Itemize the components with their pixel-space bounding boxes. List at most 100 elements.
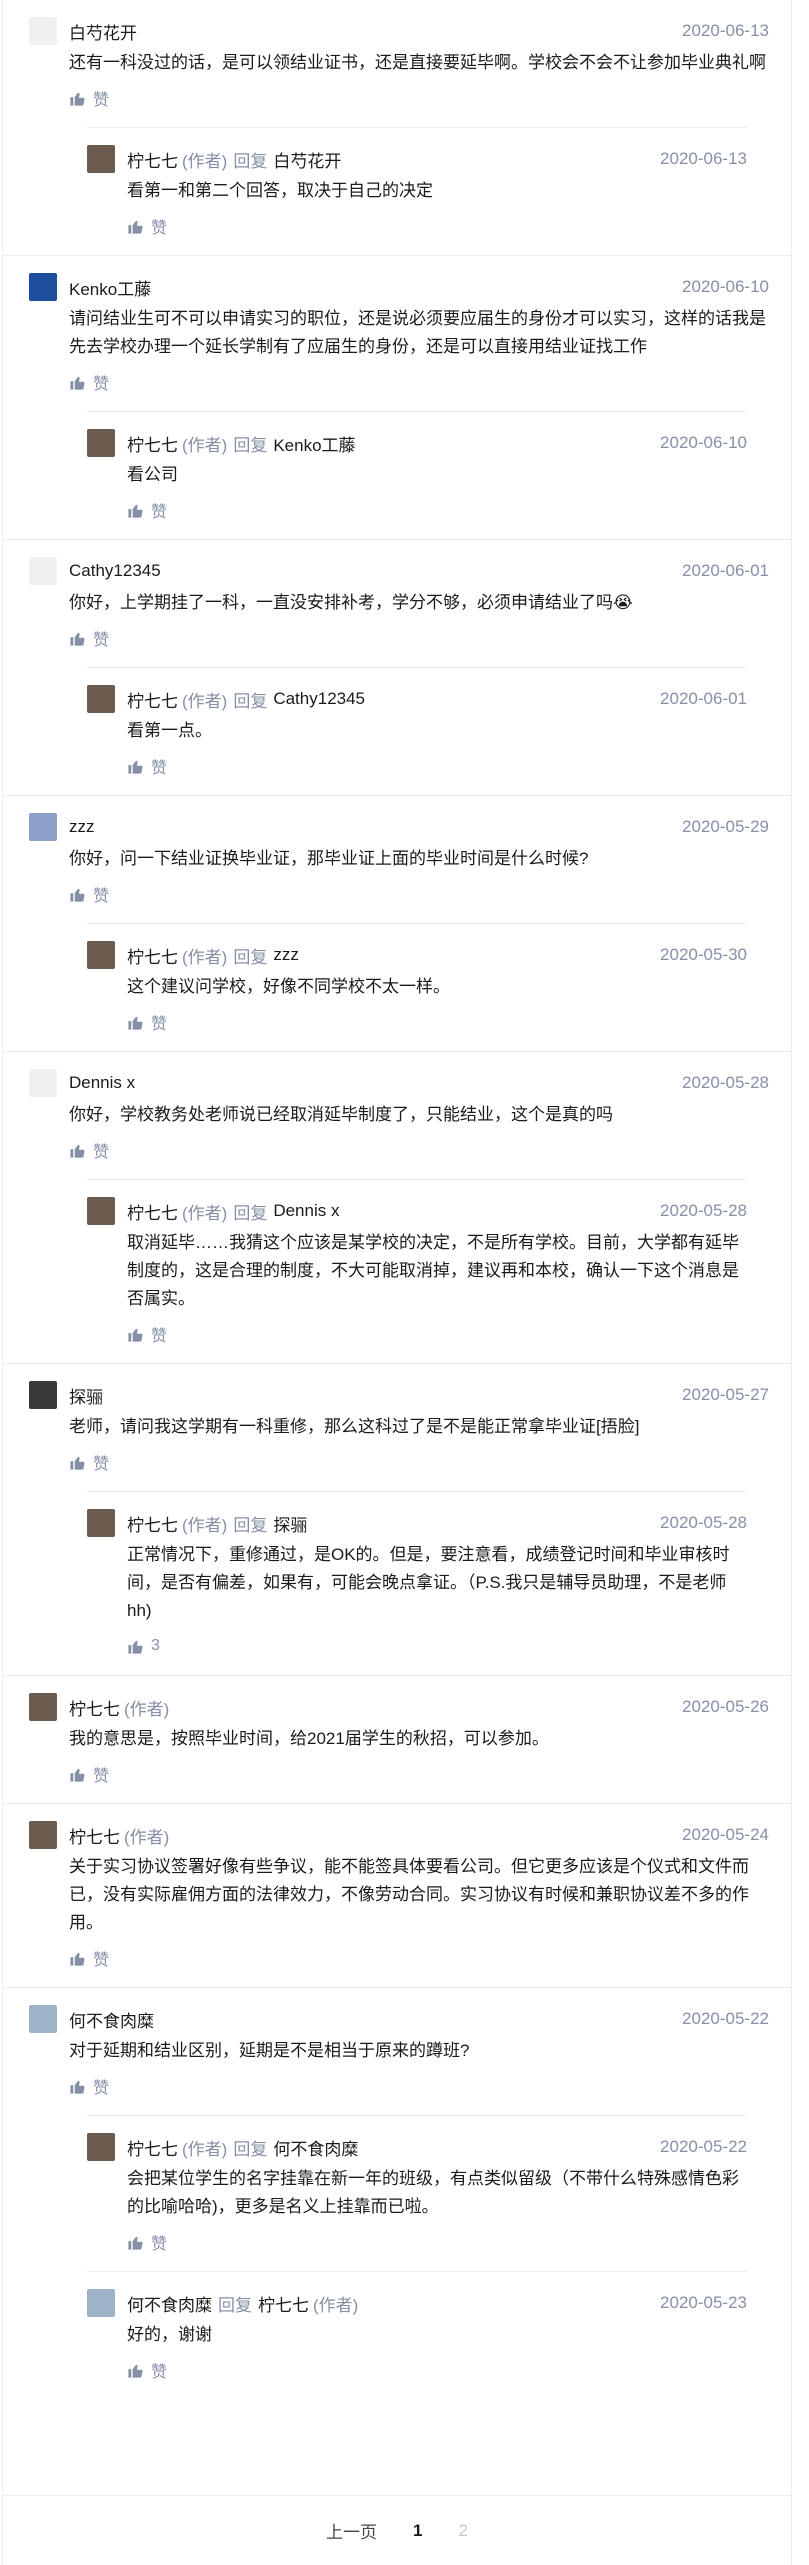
avatar[interactable]	[87, 1509, 115, 1537]
comment: Dennis x 2020-05-28 你好，学校教务处老师说已经取消延毕制度了，只…	[3, 1051, 791, 1363]
author-tag: (作者)	[182, 1515, 228, 1535]
like-button[interactable]: 赞	[69, 1139, 769, 1161]
commenter-name[interactable]: Cathy12345	[69, 561, 161, 581]
reply-list: 柠七七 (作者) 回复 Dennis x 2020-05-28 取消延毕……我猜这个应该是…	[29, 1179, 769, 1363]
avatar[interactable]	[87, 2289, 115, 2317]
reply-date: 2020-05-22	[660, 2137, 747, 2156]
reply-author-name[interactable]: 柠七七	[127, 943, 178, 968]
commenter-name[interactable]: 何不食肉糜	[69, 2007, 154, 2032]
thumbs-up-icon	[70, 376, 85, 390]
like-button[interactable]: 赞	[69, 371, 769, 393]
current-page[interactable]: 1	[413, 2521, 422, 2541]
reply-target-name[interactable]: 柠七七	[258, 2291, 309, 2316]
like-button[interactable]: 赞	[127, 215, 747, 237]
avatar[interactable]	[29, 2005, 57, 2033]
like-button[interactable]: 赞	[69, 883, 769, 905]
like-label: 赞	[93, 1768, 110, 1785]
reply: 柠七七 (作者) 回复 Dennis x 2020-05-28 取消延毕……我猜这个应该是…	[87, 1179, 747, 1363]
reply-header: 柠七七 (作者) 回复 白芍花开 2020-06-13	[87, 145, 747, 173]
avatar[interactable]	[87, 145, 115, 173]
comment-text: 你好，问一下结业证换毕业证，那毕业证上面的毕业时间是什么时候?	[69, 849, 589, 868]
like-button[interactable]: 赞	[69, 2075, 769, 2097]
reply-text: 这个建议问学校，好像不同学校不太一样。	[127, 977, 450, 996]
commenter-name[interactable]: Dennis x	[69, 1073, 135, 1093]
like-label: 赞	[93, 376, 110, 393]
comment-date: 2020-05-29	[682, 817, 769, 836]
avatar[interactable]	[29, 273, 57, 301]
commenter-name[interactable]: 柠七七	[69, 1823, 120, 1848]
thumbs-up-icon	[70, 2080, 85, 2094]
reply-author-name[interactable]: 何不食肉糜	[127, 2291, 212, 2316]
reply-author-name[interactable]: 柠七七	[127, 2135, 178, 2160]
reply-text: 正常情况下，重修通过，是OK的。但是，要注意看，成绩登记时间和毕业审核时间，是否…	[127, 1545, 730, 1620]
avatar[interactable]	[29, 1069, 57, 1097]
reply-author-name[interactable]: 柠七七	[127, 687, 178, 712]
comment: 探骊 2020-05-27 老师，请问我这学期有一科重修，那么这科过了是不是能正常拿…	[3, 1363, 791, 1675]
reply-target-name[interactable]: Kenko工藤	[273, 431, 355, 456]
reply-target-name[interactable]: Cathy12345	[273, 689, 365, 709]
thumbs-up-icon	[70, 1456, 85, 1470]
reply-date: 2020-05-28	[660, 1201, 747, 1220]
reply-author-name[interactable]: 柠七七	[127, 1511, 178, 1536]
reply-text: 看第一点。	[127, 721, 212, 740]
commenter-name[interactable]: 柠七七	[69, 1695, 120, 1720]
author-tag: (作者)	[124, 1699, 170, 1719]
reply-header: 柠七七 (作者) 回复 Dennis x 2020-05-28	[87, 1197, 747, 1225]
reply-target-name[interactable]: 探骊	[273, 1511, 307, 1536]
avatar[interactable]	[29, 17, 57, 45]
avatar[interactable]	[87, 685, 115, 713]
reply-target-name[interactable]: 白芍花开	[273, 147, 341, 172]
reply-author-name[interactable]: 柠七七	[127, 1199, 178, 1224]
commenter-name[interactable]: zzz	[69, 817, 95, 837]
like-button[interactable]: 赞	[127, 1011, 747, 1033]
like-button[interactable]: 赞	[69, 1947, 769, 1969]
comment: Cathy12345 2020-06-01 你好，上学期挂了一科，一直没安排补考，学…	[3, 539, 791, 795]
avatar[interactable]	[29, 813, 57, 841]
reply-author-name[interactable]: 柠七七	[127, 431, 178, 456]
commenter-name[interactable]: 探骊	[69, 1383, 103, 1408]
author-tag: (作者)	[182, 947, 228, 967]
commenter-name[interactable]: 白芍花开	[69, 19, 137, 44]
avatar[interactable]	[87, 2133, 115, 2161]
like-button[interactable]: 3	[127, 1635, 747, 1657]
reply-text: 好的，谢谢	[127, 2325, 212, 2344]
avatar[interactable]	[29, 1821, 57, 1849]
avatar[interactable]	[87, 941, 115, 969]
reply-list: 柠七七 (作者) 回复 zzz 2020-05-30 这个建议问学校，好像不同学校不太一样…	[29, 923, 769, 1051]
reply-target-name[interactable]: Dennis x	[273, 1201, 339, 1221]
like-label: 赞	[93, 1952, 110, 1969]
comment-header: 探骊 2020-05-27	[29, 1381, 769, 1409]
like-button[interactable]: 赞	[69, 627, 769, 649]
reply: 柠七七 (作者) 回复 白芍花开 2020-06-13 看第一和第二个回答，取决于自己的决…	[87, 127, 747, 255]
like-button[interactable]: 赞	[69, 1451, 769, 1473]
next-page-link[interactable]: 2	[459, 2521, 468, 2541]
comment-date: 2020-05-22	[682, 2009, 769, 2028]
commenter-name[interactable]: Kenko工藤	[69, 275, 151, 300]
like-button[interactable]: 赞	[127, 1323, 747, 1345]
like-label: 赞	[151, 220, 168, 237]
reply-author-name[interactable]: 柠七七	[127, 147, 178, 172]
reply-target-name[interactable]: zzz	[273, 945, 299, 965]
avatar[interactable]	[29, 1381, 57, 1409]
like-button[interactable]: 赞	[69, 1763, 769, 1785]
like-button[interactable]: 赞	[127, 499, 747, 521]
avatar[interactable]	[29, 557, 57, 585]
reply-target-name[interactable]: 何不食肉糜	[273, 2135, 358, 2160]
prev-page-link[interactable]: 上一页	[326, 2518, 377, 2543]
like-button[interactable]: 赞	[127, 755, 747, 777]
like-button[interactable]: 赞	[127, 2231, 747, 2253]
comment-header: 何不食肉糜 2020-05-22	[29, 2005, 769, 2033]
like-button[interactable]: 赞	[127, 2359, 747, 2381]
comment-thread: 白芍花开 2020-06-13 还有一科没过的话，是可以领结业证书，还是直接要延毕啊…	[3, 0, 791, 2399]
avatar[interactable]	[87, 429, 115, 457]
thumbs-up-icon	[128, 1328, 143, 1342]
avatar[interactable]	[29, 1693, 57, 1721]
comment-header: zzz 2020-05-29	[29, 813, 769, 841]
like-button[interactable]: 赞	[69, 87, 769, 109]
avatar[interactable]	[87, 1197, 115, 1225]
